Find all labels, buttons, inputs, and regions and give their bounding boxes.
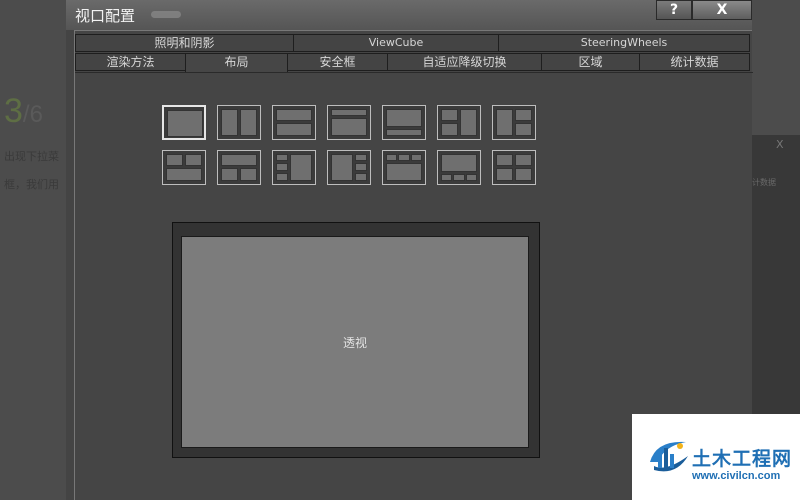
viewport-perspective[interactable]: 透视	[181, 236, 529, 448]
civilcn-logo-icon	[650, 441, 688, 472]
layout-preset-9[interactable]	[217, 150, 261, 185]
help-button[interactable]: ?	[656, 0, 692, 20]
layout-preset-4[interactable]	[327, 105, 371, 140]
layout-preset-8[interactable]	[162, 150, 206, 185]
tab-steeringwheels[interactable]: SteeringWheels	[498, 34, 750, 52]
background-text-line: 框，我们用	[4, 178, 59, 191]
title-bar[interactable]: 视口配置 ? X	[66, 0, 752, 30]
layout-preset-5[interactable]	[382, 105, 426, 140]
watermark-name: 土木工程网	[692, 448, 793, 470]
watermark: 土木工程网 www.civilcn.com	[632, 414, 800, 500]
layout-preset-3[interactable]	[272, 105, 316, 140]
tab-viewcube[interactable]: ViewCube	[293, 34, 499, 52]
tab-panel-divider	[75, 72, 753, 73]
dialog-title: 视口配置	[75, 7, 136, 25]
layout-preset-7[interactable]	[492, 105, 536, 140]
layout-preset-13[interactable]	[437, 150, 481, 185]
layout-preset-10[interactable]	[272, 150, 316, 185]
background-text-line: 出现下拉菜	[4, 150, 59, 163]
tab-lighting-shadows[interactable]: 照明和阴影	[75, 34, 294, 52]
title-blur-artifact	[151, 11, 181, 18]
background-side-text: 计数据	[752, 178, 776, 187]
viewport-label: 透视	[342, 335, 367, 350]
layout-preset-6[interactable]	[437, 105, 481, 140]
background-side-panel: X 计数据	[752, 135, 800, 415]
layout-preset-12[interactable]	[382, 150, 426, 185]
tab-rendering-method[interactable]: 渲染方法	[75, 53, 186, 71]
step-counter: 3/6	[4, 92, 43, 130]
tab-regions[interactable]: 区域	[541, 53, 640, 71]
layout-preset-11[interactable]	[327, 150, 371, 185]
layout-preset-1[interactable]	[162, 105, 206, 140]
close-button[interactable]: X	[692, 0, 752, 20]
layout-preset-2[interactable]	[217, 105, 261, 140]
tab-statistics[interactable]: 统计数据	[639, 53, 750, 71]
watermark-url: www.civilcn.com	[692, 470, 781, 482]
layout-preset-14[interactable]	[492, 150, 536, 185]
tab-layout[interactable]: 布局	[185, 53, 288, 73]
layout-preview: 透视	[172, 222, 540, 458]
close-icon: X	[776, 138, 784, 151]
tab-adaptive-degradation[interactable]: 自适应降级切换	[387, 53, 542, 71]
tab-safe-frame[interactable]: 安全框	[287, 53, 388, 71]
